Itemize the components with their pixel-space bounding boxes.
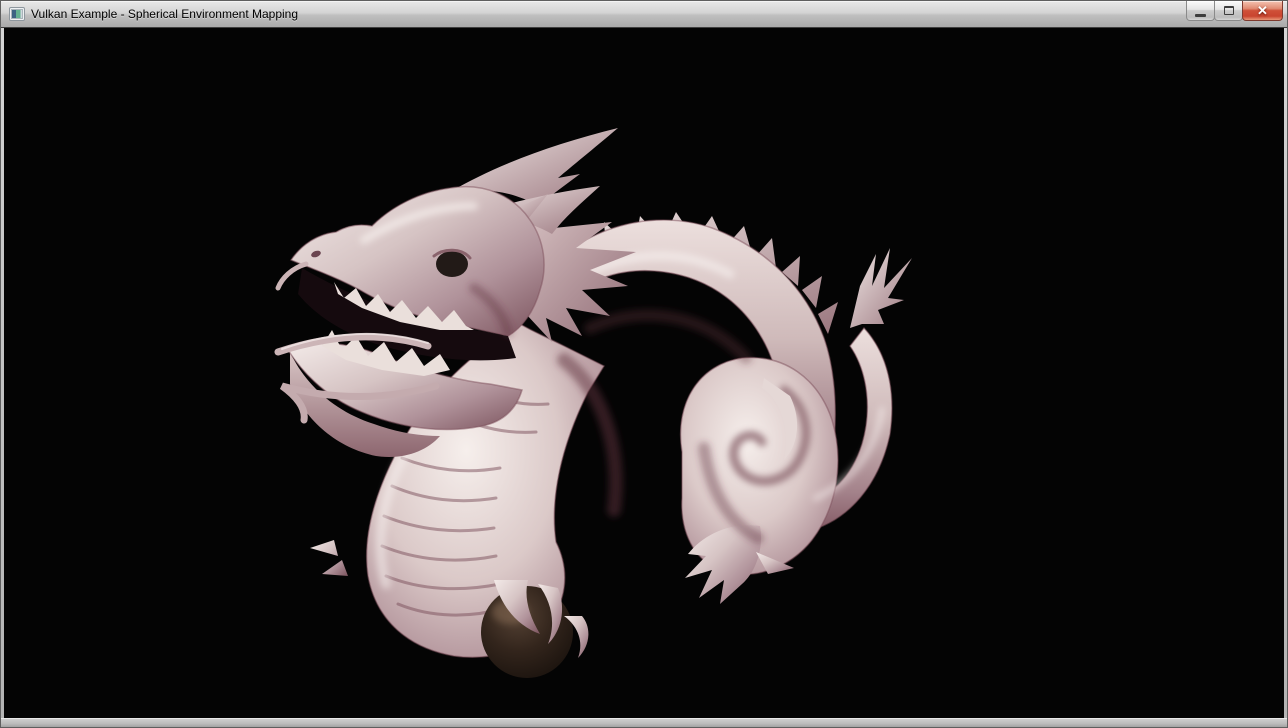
app-icon[interactable] <box>9 6 25 22</box>
window-title: Vulkan Example - Spherical Environment M… <box>31 1 298 27</box>
eye <box>436 251 468 277</box>
tail-spike-fan <box>850 248 912 328</box>
chest-spikes <box>310 540 348 576</box>
minimize-button[interactable] <box>1186 1 1215 21</box>
titlebar[interactable]: Vulkan Example - Spherical Environment M… <box>1 1 1287 28</box>
minimize-icon <box>1195 14 1206 17</box>
app-icon-image <box>9 6 25 22</box>
dragon-head <box>278 128 636 457</box>
dragon-hind-coil <box>681 358 838 604</box>
maximize-button[interactable] <box>1214 1 1243 21</box>
maximize-icon <box>1224 6 1234 15</box>
app-window: Vulkan Example - Spherical Environment M… <box>0 0 1288 728</box>
close-button[interactable]: ✕ <box>1242 1 1283 21</box>
dragon-render <box>4 28 1284 718</box>
window-bottom-border <box>1 718 1287 727</box>
viewport[interactable] <box>4 28 1284 718</box>
window-controls: ✕ <box>1187 1 1283 21</box>
close-icon: ✕ <box>1257 2 1268 20</box>
